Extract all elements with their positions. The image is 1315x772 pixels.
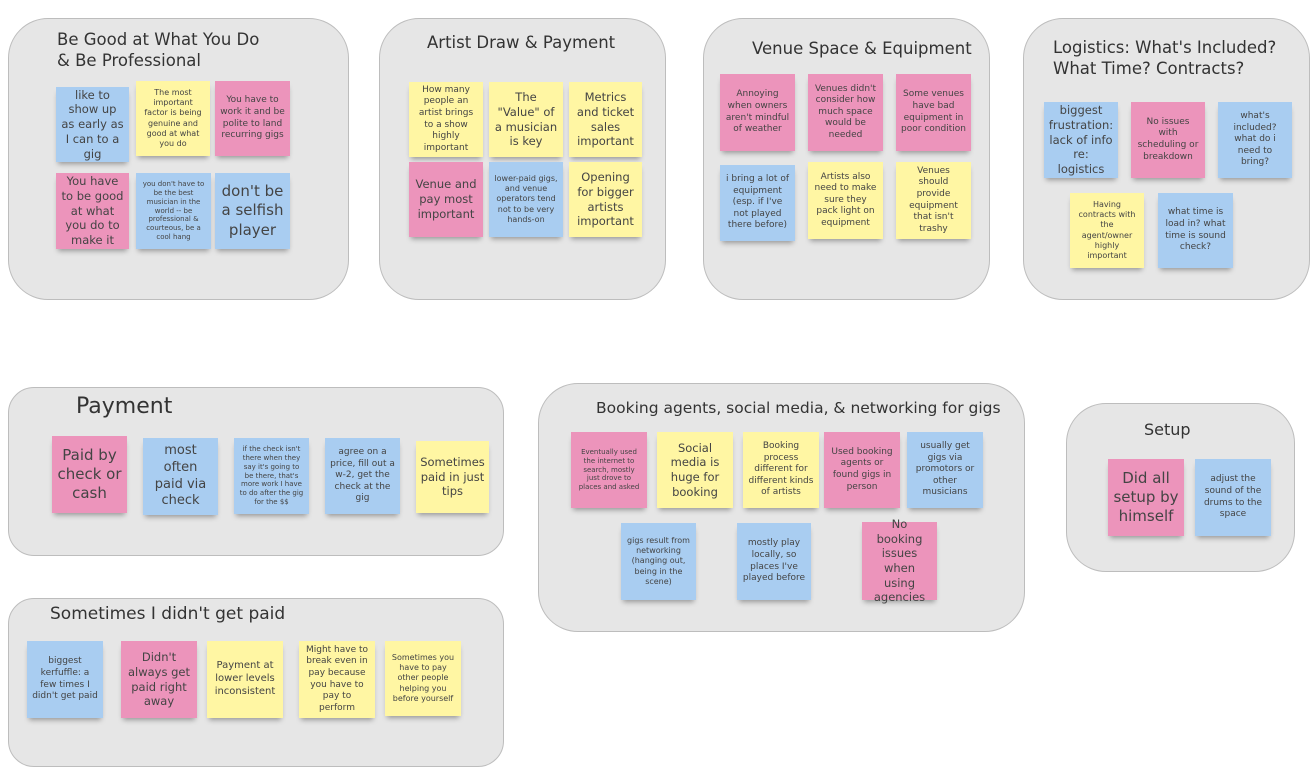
- sticky-note[interactable]: biggest kerfuffle: a few times I didn't …: [27, 641, 103, 718]
- group-payment[interactable]: Payment Paid by check or cash most often…: [8, 387, 504, 556]
- sticky-note[interactable]: usually get gigs via promotors or other …: [907, 432, 983, 508]
- group-booking[interactable]: Booking agents, social media, & networki…: [538, 383, 1025, 632]
- sticky-note[interactable]: Paid by check or cash: [52, 436, 127, 513]
- sticky-note[interactable]: Payment at lower levels inconsistent: [207, 641, 283, 718]
- group-logistics[interactable]: Logistics: What's Included? What Time? C…: [1023, 18, 1310, 300]
- sticky-note[interactable]: gigs result from networking (hanging out…: [621, 523, 696, 600]
- sticky-note[interactable]: The most important factor is being genui…: [136, 81, 210, 156]
- sticky-note[interactable]: No booking issues when using agencies: [862, 517, 937, 604]
- sticky-note[interactable]: Venues didn't consider how much space wo…: [808, 74, 883, 151]
- sticky-note[interactable]: adjust the sound of the drums to the spa…: [1195, 459, 1271, 536]
- group-be-good[interactable]: Be Good at What You Do & Be Professional…: [8, 18, 349, 300]
- sticky-note[interactable]: You have to be good at what you do to ma…: [56, 173, 129, 249]
- sticky-note[interactable]: Booking process different for different …: [743, 432, 819, 508]
- sticky-note[interactable]: The "Value" of a musician is key: [489, 82, 563, 157]
- sticky-note[interactable]: i bring a lot of equipment (esp. if I've…: [720, 165, 795, 241]
- sticky-note[interactable]: Metrics and ticket sales important: [569, 82, 642, 157]
- group-title: Payment: [76, 394, 173, 419]
- sticky-note[interactable]: like to show up as early as I can to a g…: [56, 87, 129, 162]
- sticky-note[interactable]: Opening for bigger artists important: [569, 162, 642, 237]
- sticky-note[interactable]: if the check isn't there when they say i…: [234, 438, 309, 514]
- sticky-note[interactable]: You have to work it and be polite to lan…: [215, 81, 290, 156]
- sticky-note[interactable]: Venue and pay most important: [409, 162, 483, 237]
- sticky-note[interactable]: Sometimes you have to pay other people h…: [385, 641, 461, 716]
- group-not-paid[interactable]: Sometimes I didn't get paid biggest kerf…: [8, 598, 504, 767]
- sticky-note[interactable]: what time is load in? what time is sound…: [1158, 193, 1233, 268]
- group-title: Be Good at What You Do & Be Professional: [57, 30, 260, 71]
- sticky-note[interactable]: you don't have to be the best musician i…: [136, 173, 211, 249]
- sticky-note[interactable]: Social media is huge for booking: [657, 432, 733, 508]
- sticky-note[interactable]: Eventually used the internet to search, …: [571, 432, 647, 508]
- group-venue-space[interactable]: Venue Space & Equipment Annoying when ow…: [703, 18, 990, 300]
- sticky-note[interactable]: most often paid via check: [143, 438, 218, 515]
- sticky-note[interactable]: Sometimes paid in just tips: [416, 441, 489, 513]
- sticky-note[interactable]: Didn't always get paid right away: [121, 641, 197, 718]
- sticky-note[interactable]: Venues should provide equipment that isn…: [896, 162, 971, 239]
- sticky-note[interactable]: Artists also need to make sure they pack…: [808, 162, 883, 239]
- group-title: Setup: [1144, 420, 1191, 439]
- sticky-note[interactable]: Did all setup by himself: [1108, 459, 1184, 536]
- group-setup[interactable]: Setup Did all setup by himself adjust th…: [1066, 403, 1295, 572]
- sticky-note[interactable]: Some venues have bad equipment in poor c…: [896, 74, 971, 151]
- sticky-note[interactable]: mostly play locally, so places I've play…: [737, 523, 811, 600]
- group-title: Venue Space & Equipment: [752, 39, 972, 58]
- sticky-note[interactable]: Annoying when owners aren't mindful of w…: [720, 74, 795, 151]
- sticky-note[interactable]: Used booking agents or found gigs in per…: [824, 432, 900, 508]
- group-title: Booking agents, social media, & networki…: [596, 399, 1001, 417]
- sticky-note[interactable]: Having contracts with the agent/owner hi…: [1070, 193, 1144, 268]
- group-title: Sometimes I didn't get paid: [50, 604, 286, 624]
- sticky-note[interactable]: How many people an artist brings to a sh…: [409, 82, 483, 157]
- group-artist-draw[interactable]: Artist Draw & Payment How many people an…: [379, 18, 666, 300]
- sticky-note[interactable]: Might have to break even in pay because …: [299, 641, 375, 718]
- sticky-note[interactable]: No issues with scheduling or breakdown: [1131, 102, 1205, 178]
- group-title: Artist Draw & Payment: [427, 33, 616, 52]
- sticky-note[interactable]: agree on a price, fill out a w-2, get th…: [325, 438, 400, 514]
- sticky-note[interactable]: lower-paid gigs, and venue operators ten…: [489, 162, 563, 237]
- sticky-note[interactable]: biggest frustration: lack of info re: lo…: [1044, 102, 1118, 178]
- sticky-note[interactable]: don't be a selfish player: [215, 173, 290, 249]
- group-title: Logistics: What's Included? What Time? C…: [1053, 38, 1277, 79]
- sticky-note[interactable]: what's included? what do i need to bring…: [1218, 102, 1292, 178]
